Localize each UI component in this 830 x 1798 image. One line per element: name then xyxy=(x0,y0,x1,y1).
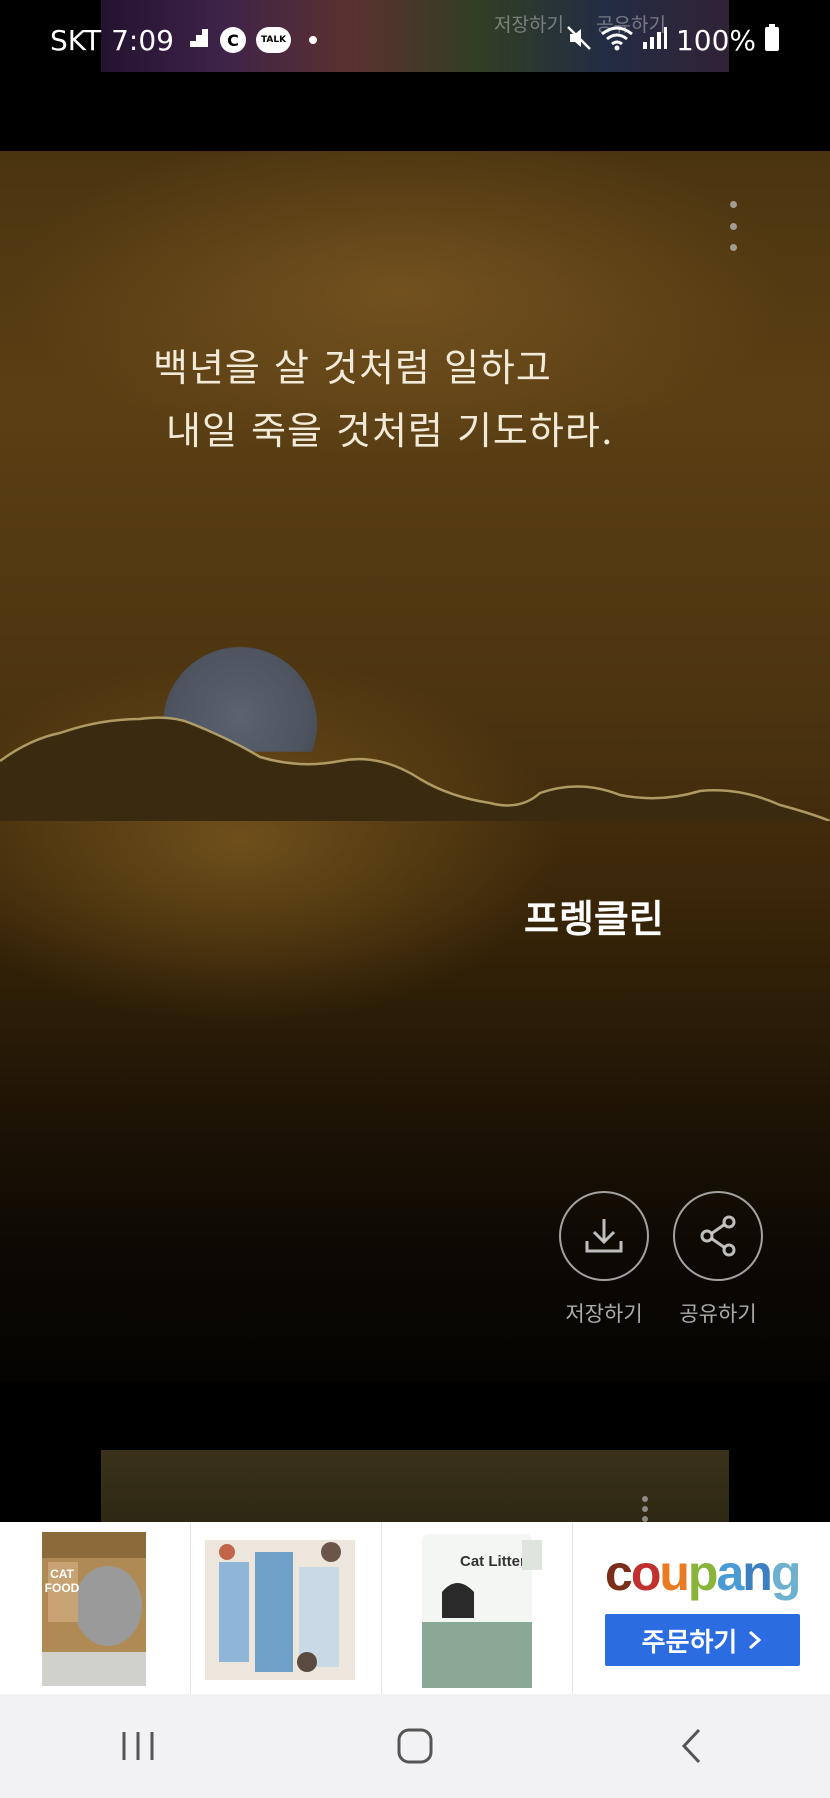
cat-litter-bag-image: Cat Litter xyxy=(422,1534,542,1688)
ad-cta-area[interactable]: coupang coupang 주문하기 xyxy=(573,1522,830,1694)
quote-card[interactable]: 백년을 살 것처럼 일하고 내일 죽을 것처럼 기도하라. 프렝클린 저장하기 … xyxy=(0,151,830,1381)
share-icon xyxy=(700,1215,736,1257)
next-quote-card[interactable] xyxy=(101,1450,729,1522)
cloud-silhouette-image xyxy=(0,716,830,821)
order-button[interactable]: 주문하기 xyxy=(605,1614,800,1666)
chevron-right-icon xyxy=(749,1630,762,1650)
save-button[interactable] xyxy=(559,1191,649,1281)
more-options-icon[interactable] xyxy=(722,201,744,251)
status-bar: SKT 7:09 C TALK 100% xyxy=(0,0,830,80)
ad-product-cat-tunnel[interactable] xyxy=(191,1522,382,1694)
quote-author: 프렝클린 xyxy=(524,896,664,941)
next-more-options-icon[interactable] xyxy=(639,1496,651,1522)
recent-apps-button[interactable] xyxy=(98,1706,178,1786)
cat-tunnel-box-image xyxy=(205,1540,355,1680)
download-icon xyxy=(585,1219,623,1253)
battery-icon xyxy=(764,24,780,56)
carrier-label: SKT xyxy=(50,23,102,57)
svg-text:Cat Litter: Cat Litter xyxy=(460,1553,526,1570)
save-label: 저장하기 xyxy=(565,1302,643,1326)
c-app-icon: C xyxy=(219,27,246,53)
signal-icon xyxy=(642,26,668,54)
share-button[interactable] xyxy=(673,1191,763,1281)
ad-product-cat-litter[interactable]: Cat Litter xyxy=(382,1522,573,1694)
order-button-label: 주문하기 xyxy=(641,1627,738,1658)
stairs-icon xyxy=(184,27,210,53)
kakaotalk-icon: TALK xyxy=(255,27,292,53)
quote-line-1: 백년을 살 것처럼 일하고 xyxy=(153,346,552,390)
battery-percent: 100% xyxy=(675,23,756,57)
ad-product-cat-food[interactable]: CAT FOOD xyxy=(0,1522,191,1694)
more-notifications-dot-icon xyxy=(309,36,318,44)
wifi-icon xyxy=(600,25,634,55)
quote-line-2: 내일 죽을 것처럼 기도하라. xyxy=(166,409,614,453)
home-button[interactable] xyxy=(375,1706,455,1786)
clock: 7:09 xyxy=(111,23,174,57)
home-icon xyxy=(397,1728,433,1764)
screen: 저장하기 공유하기 SKT 7:09 C TALK 100% 백년을 살 것처럼… xyxy=(0,0,830,1798)
back-button[interactable] xyxy=(652,1706,732,1786)
recent-apps-icon xyxy=(122,1732,154,1760)
coupang-logo: coupang xyxy=(605,1545,801,1601)
ad-banner[interactable]: CAT FOOD Cat Litter coupang 주문하기 xyxy=(0,1522,830,1694)
share-label: 공유하기 xyxy=(679,1302,757,1326)
svg-text:CAT: CAT xyxy=(50,1567,74,1581)
mute-icon xyxy=(566,25,592,55)
cat-food-bag-image: CAT FOOD xyxy=(42,1532,146,1686)
svg-text:FOOD: FOOD xyxy=(45,1581,80,1595)
navigation-bar xyxy=(0,1694,830,1798)
back-icon xyxy=(681,1728,700,1764)
